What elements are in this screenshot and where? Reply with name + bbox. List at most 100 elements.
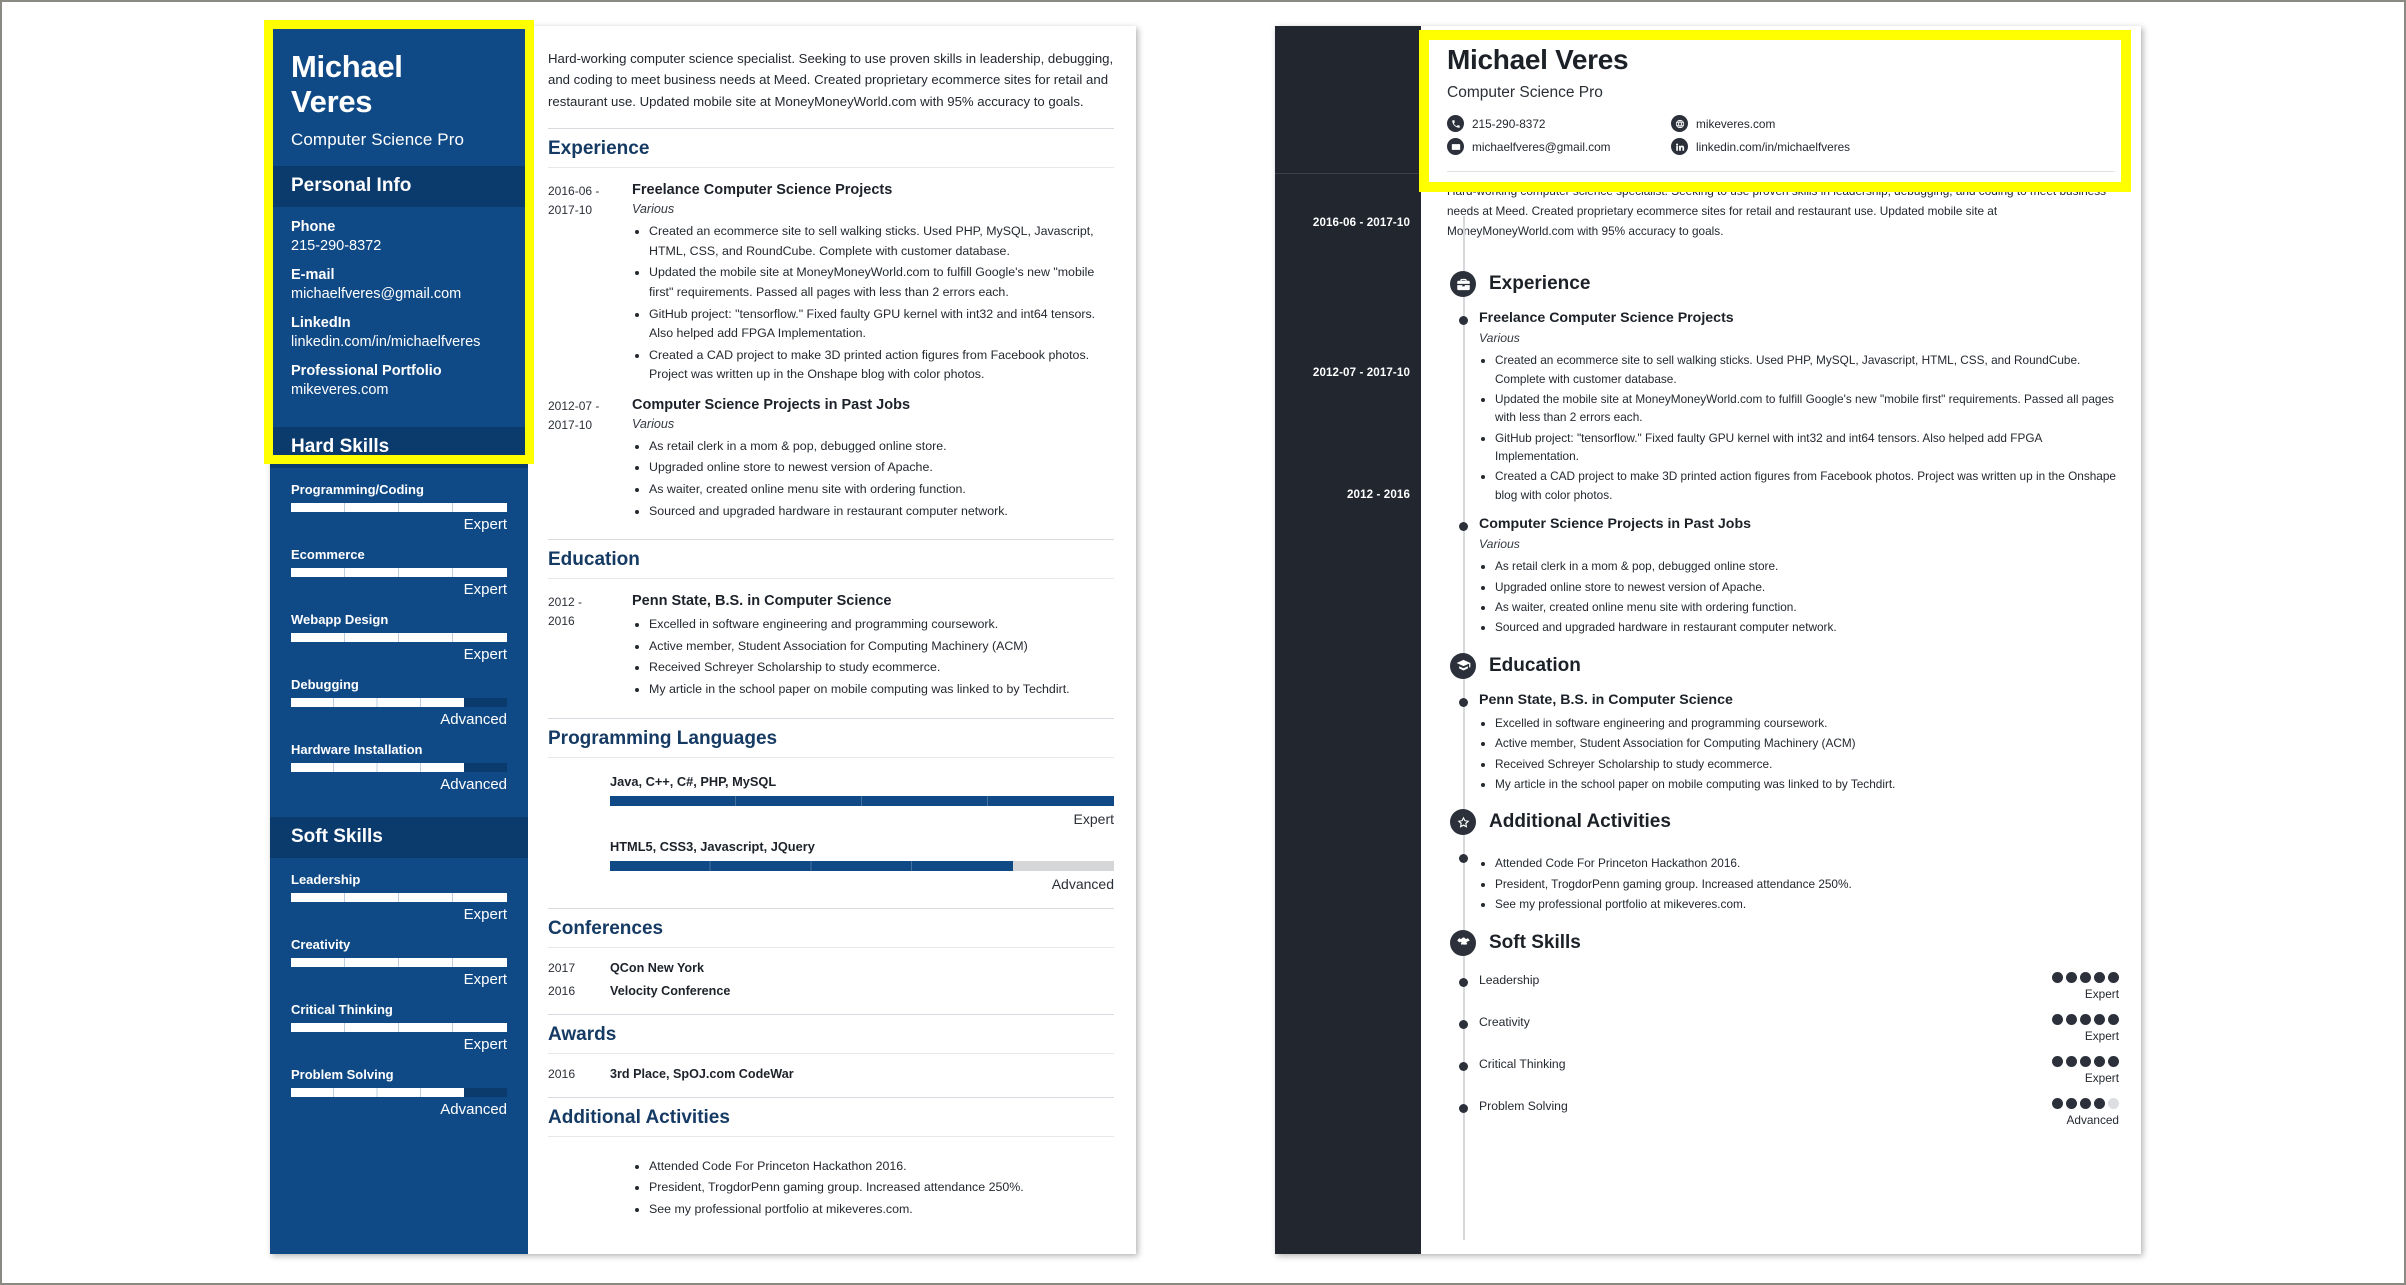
left-resume-sidebar: Michael Veres Computer Science Pro Perso… — [264, 20, 534, 1254]
list-item: LinkedIn linkedin.com/in/michaelfveres — [291, 315, 507, 350]
right-resume-main: Michael Veres Computer Science Pro 215-2… — [1419, 26, 2141, 1254]
timeline-marker — [1447, 848, 1479, 915]
skill-track — [291, 763, 507, 773]
graduation-cap-icon — [1450, 652, 1476, 679]
entry-dates: 2016-06 - 2017-10 — [548, 182, 626, 387]
rating-dot-icon — [2094, 1097, 2105, 1109]
skill-rating: Expert — [2052, 1013, 2119, 1043]
right-experience-list: Freelance Computer Science Projects Vario… — [1447, 300, 2119, 639]
list-item: E-mail michaelfveres@gmail.com — [291, 267, 507, 302]
left-section-awards: Awards — [548, 1013, 1114, 1054]
contact-value: 215-290-8372 — [1472, 116, 1546, 131]
right-summary: Hard-working computer science specialist… — [1447, 171, 2115, 241]
rating-dot-icon — [2108, 971, 2119, 983]
sidebar-date: 2012-07 - 2017-10 — [1312, 366, 1410, 379]
skill-fill — [291, 958, 507, 968]
skill-track — [291, 958, 507, 968]
list-item: Sourced and upgraded hardware in restaur… — [1495, 618, 2119, 636]
timeline-marker — [1447, 1056, 1479, 1071]
year-row: 2016 3rd Place, SpOJ.com CodeWar — [548, 1058, 1114, 1081]
rating-dot-icon — [2066, 971, 2077, 983]
rating-dots — [2052, 1055, 2119, 1067]
rating-dot-icon — [2052, 1013, 2063, 1025]
list-item: Upgraded online store to newest version … — [649, 458, 1114, 478]
entry-title: Freelance Computer Science Projects — [632, 182, 893, 199]
contact-value: michaelfveres@gmail.com — [1472, 139, 1611, 154]
skill-name: Creativity — [291, 937, 351, 953]
skill-fill — [291, 763, 464, 773]
timeline-dot-icon — [1458, 697, 1468, 707]
skill-row: Hardware Installation Advanced — [291, 742, 507, 793]
contact-value: michaelfveres@gmail.com — [291, 286, 462, 303]
skill-track — [291, 503, 507, 513]
right-section-title: Education — [1489, 654, 1581, 676]
year-row-title: 3rd Place, SpOJ.com CodeWar — [610, 1066, 794, 1081]
skill-level: Advanced — [440, 776, 507, 794]
timeline-marker — [1447, 516, 1479, 639]
skill-name: Leadership — [291, 872, 361, 888]
skill-row: Creativity Expert — [1447, 1001, 2119, 1043]
left-experience-list: 2016-06 - 2017-10 Freelance Computer Scien… — [548, 172, 1114, 523]
list-item: Active member, Student Association for C… — [1495, 734, 2119, 752]
skill-fill — [291, 698, 464, 708]
skill-row: Leadership Expert — [1447, 959, 2119, 1001]
entry-body: Attended Code For Princeton Hackathon 20… — [626, 1151, 1114, 1222]
right-section-soft-skills-header: Soft Skills — [1447, 929, 2119, 956]
year: 2016 — [548, 1066, 576, 1081]
list-item: Attended Code For Princeton Hackathon 20… — [1495, 854, 2119, 872]
rating-dot-icon — [2094, 1055, 2105, 1067]
list-item: Excelled in software engineering and pro… — [649, 615, 1114, 635]
screenshot-canvas: Michael Veres Computer Science Pro Perso… — [0, 0, 2406, 1285]
contact-value: mikeveres.com — [291, 382, 389, 399]
contact-value: mikeveres.com — [1696, 116, 1776, 131]
rating-dot-icon — [2066, 1055, 2077, 1067]
skill-name: Problem Solving — [291, 1067, 394, 1083]
skill-track — [291, 1088, 507, 1098]
right-section-additional-activities-header: Additional Activities — [1447, 809, 2119, 836]
skill-level: Expert — [2084, 986, 2119, 1001]
right-content: Experience Freelance Computer Science Pr… — [1421, 241, 2141, 1136]
timeline-dot-icon — [1458, 1103, 1468, 1113]
rating-dot-icon — [2080, 1055, 2091, 1067]
list-item: Created a CAD project to make 3D printed… — [649, 346, 1114, 385]
skill-level: Expert — [463, 906, 507, 924]
list-item: Created an ecommerce site to sell walkin… — [1495, 351, 2119, 388]
left-resume-document: Michael Veres Computer Science Pro Perso… — [264, 20, 1136, 1254]
list-item: Sourced and upgraded hardware in restaur… — [649, 502, 1114, 522]
skill-name: Leadership — [1479, 972, 1540, 987]
skill-row: Critical Thinking Expert — [291, 1002, 507, 1053]
skill-level: Expert — [463, 971, 507, 989]
list-item: Upgraded online store to newest version … — [1495, 578, 2119, 596]
skill-level: Expert — [463, 581, 507, 599]
skill-name: Hardware Installation — [291, 742, 423, 758]
skill-row: Leadership Expert — [291, 872, 507, 923]
entry-row: Freelance Computer Science Projects Vario… — [1447, 300, 2119, 506]
rating-dot-icon — [2052, 1097, 2063, 1109]
rating-dot-icon — [2080, 1013, 2091, 1025]
list-item: GitHub project: "tensorflow." Fixed faul… — [649, 305, 1114, 344]
year-row: 2016 Velocity Conference — [548, 975, 1114, 998]
list-item: Active member, Student Association for C… — [649, 637, 1114, 657]
contact-item: 215-290-8372 — [1447, 115, 1671, 132]
envelope-icon — [1447, 138, 1464, 155]
entry-row: 2012-07 - 2017-10 Computer Science Project… — [548, 387, 1114, 523]
right-contacts-grid: 215-290-8372 mikeveres.com michaelfveres@g… — [1447, 115, 2119, 155]
left-identity-block: Michael Veres Computer Science Pro — [270, 26, 528, 167]
skill-level: Expert — [2084, 1070, 2119, 1085]
list-item: Attended Code For Princeton Hackathon 20… — [649, 1157, 1114, 1177]
rating-dots — [2052, 1097, 2119, 1109]
contact-label: Professional Portfolio — [291, 363, 442, 380]
skill-name: Critical Thinking — [291, 1002, 393, 1018]
entry-bullets: Attended Code For Princeton Hackathon 20… — [1479, 854, 2119, 913]
left-section-programming-languages: Programming Languages — [548, 717, 1114, 758]
language-fill — [610, 795, 1114, 806]
contact-value: 215-290-8372 — [291, 238, 382, 255]
skill-track — [291, 698, 507, 708]
rating-dot-icon — [2066, 1097, 2077, 1109]
star-icon — [1450, 809, 1476, 836]
right-name: Michael Veres — [1447, 44, 1629, 75]
rating-dot-icon — [2108, 1013, 2119, 1025]
right-header: Michael Veres Computer Science Pro 215-2… — [1421, 26, 2141, 161]
skill-fill — [291, 568, 507, 578]
left-education-list: 2012 - 2016 Penn State, B.S. in Computer S… — [548, 583, 1114, 701]
